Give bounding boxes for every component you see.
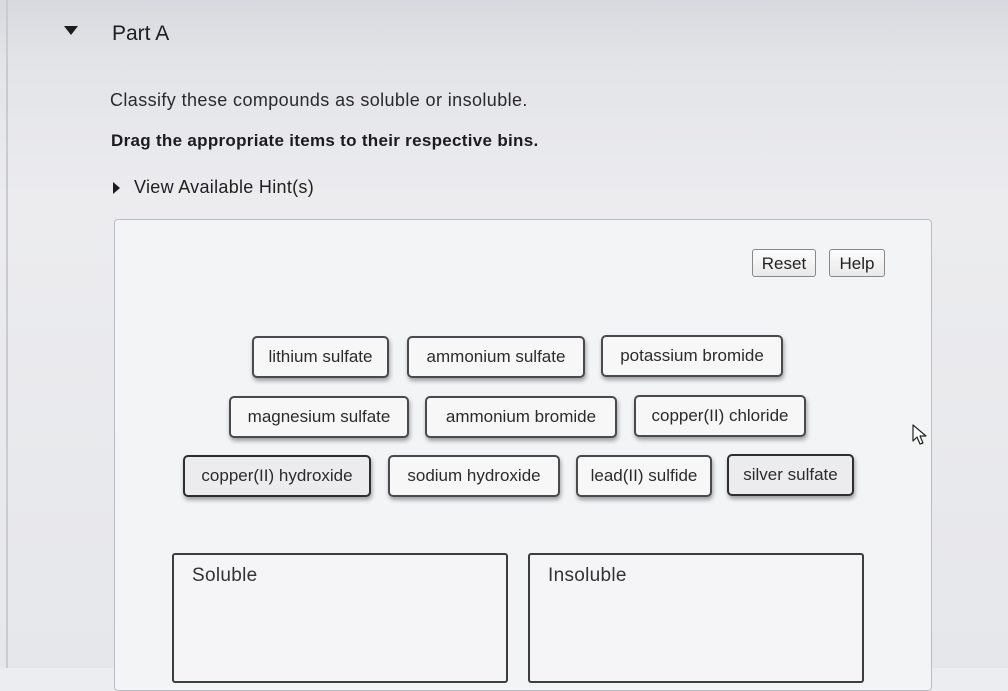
item-ammonium-sulfate[interactable]: ammonium sulfate: [407, 336, 585, 378]
item-copper-ii-hydroxide[interactable]: copper(II) hydroxide: [183, 455, 371, 497]
insoluble-bin-label: Insoluble: [548, 565, 627, 586]
item-sodium-hydroxide[interactable]: sodium hydroxide: [388, 455, 560, 497]
screen: Part A Classify these compounds as solub…: [0, 0, 1008, 691]
insoluble-bin[interactable]: Insoluble: [528, 553, 864, 683]
caret-right-icon: [113, 181, 120, 194]
soluble-bin[interactable]: Soluble: [172, 553, 508, 683]
reset-button[interactable]: Reset: [752, 249, 816, 277]
instruction-text: Classify these compounds as soluble or i…: [110, 90, 528, 110]
view-hints-link[interactable]: View Available Hint(s): [113, 177, 314, 198]
item-lead-ii-sulfide[interactable]: lead(II) sulfide: [576, 455, 712, 497]
item-copper-ii-chloride[interactable]: copper(II) chloride: [634, 395, 806, 437]
part-title: Part A: [112, 22, 170, 45]
soluble-bin-label: Soluble: [192, 565, 258, 586]
help-button[interactable]: Help: [829, 249, 885, 277]
left-border: [6, 0, 8, 668]
item-magnesium-sulfate[interactable]: magnesium sulfate: [229, 396, 409, 438]
item-ammonium-bromide[interactable]: ammonium bromide: [425, 396, 617, 438]
caret-down-icon[interactable]: [64, 26, 78, 35]
mouse-pointer-icon: [912, 424, 927, 445]
view-hints-label: View Available Hint(s): [134, 177, 315, 197]
item-silver-sulfate[interactable]: silver sulfate: [727, 454, 854, 496]
instruction-bold-text: Drag the appropriate items to their resp…: [111, 131, 539, 150]
item-potassium-bromide[interactable]: potassium bromide: [601, 335, 783, 377]
item-lithium-sulfate[interactable]: lithium sulfate: [252, 336, 389, 378]
